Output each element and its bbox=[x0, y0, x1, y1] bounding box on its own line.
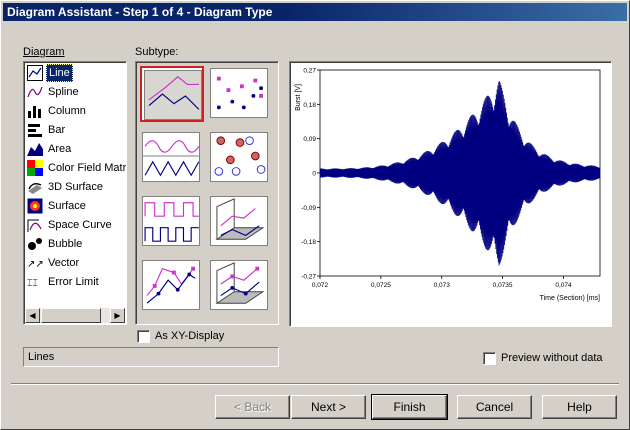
subtype-description: Lines bbox=[23, 347, 279, 367]
y-axis-label: Burst [V] bbox=[295, 84, 302, 111]
diagram-item-label: 3D Surface bbox=[48, 181, 104, 193]
diagram-item-3d-surface[interactable]: 3D Surface bbox=[26, 178, 126, 196]
cancel-button[interactable]: Cancel bbox=[457, 395, 532, 419]
xy-display-label: As XY-Display bbox=[155, 330, 225, 342]
x-axis-label: Time (Section) [ms] bbox=[540, 295, 600, 302]
list-horizontal-scrollbar[interactable]: ◀ ▶ bbox=[25, 308, 125, 323]
finish-button[interactable]: Finish bbox=[371, 394, 448, 420]
y-tick-label: -0,27 bbox=[301, 274, 316, 281]
y-tick-label: -0,09 bbox=[301, 205, 316, 212]
diagram-item-label: Spline bbox=[48, 86, 79, 98]
diagram-item-label: Color Field Matrix bbox=[48, 162, 127, 174]
x-tick-label: 0,072 bbox=[312, 282, 329, 289]
bubble-icon bbox=[27, 236, 43, 252]
diagram-label: Diagram bbox=[23, 46, 65, 58]
surface-icon bbox=[27, 198, 43, 214]
x-tick-label: 0,0725 bbox=[371, 282, 391, 289]
diagram-item-label: Area bbox=[48, 143, 72, 155]
subtype-grid bbox=[135, 61, 279, 325]
subtype-steps[interactable] bbox=[140, 194, 204, 250]
diagram-item-vector[interactable]: ↗↗ Vector bbox=[26, 254, 126, 272]
x-tick-label: 0,074 bbox=[555, 282, 572, 289]
diagram-item-error-limit[interactable]: ⌶⌶ Error Limit bbox=[26, 273, 126, 291]
points-subtype-icon bbox=[210, 68, 268, 118]
diagram-item-label: Column bbox=[48, 105, 86, 117]
scroll-thumb[interactable] bbox=[41, 308, 101, 323]
svg-text:↗↗: ↗↗ bbox=[27, 259, 43, 270]
y-tick-label: -0,18 bbox=[301, 239, 316, 246]
diagram-item-bar[interactable]: Bar bbox=[26, 121, 126, 139]
chart-preview: 0,27 0,18 0,09 0 -0,09 -0,18 -0,27 0,072 0,0725 0… bbox=[289, 61, 612, 327]
next-button[interactable]: Next > bbox=[291, 395, 366, 419]
lines-subtype-icon bbox=[144, 70, 202, 120]
diagram-item-label: Bar bbox=[48, 124, 66, 136]
color-field-icon bbox=[27, 160, 43, 176]
diagram-type-list[interactable]: Line Spline Column Bar Area Color Field Matri… bbox=[23, 61, 127, 325]
diagram-item-label: Bubble bbox=[48, 238, 83, 250]
diagram-item-space-curve[interactable]: Space Curve bbox=[26, 216, 126, 234]
subtype-lines[interactable] bbox=[140, 66, 204, 122]
3d-lines-points-subtype-icon bbox=[210, 260, 268, 310]
diagram-item-line[interactable]: Line bbox=[26, 64, 126, 82]
burst-chart: 0,27 0,18 0,09 0 -0,09 -0,18 -0,270,072 0,0725 0… bbox=[295, 68, 601, 302]
symbols-subtype-icon bbox=[210, 132, 268, 182]
diagram-item-bubble[interactable]: Bubble bbox=[26, 235, 126, 253]
y-tick-label: 0,27 bbox=[303, 68, 316, 75]
diagram-item-label: Vector bbox=[48, 257, 80, 269]
scroll-left-arrow-icon[interactable]: ◀ bbox=[25, 308, 40, 323]
preview-without-data-checkbox[interactable] bbox=[483, 352, 496, 365]
diagram-item-area[interactable]: Area bbox=[26, 140, 126, 158]
preview-without-data-label: Preview without data bbox=[501, 352, 603, 364]
diagram-item-color-field-matrix[interactable]: Color Field Matrix bbox=[26, 159, 126, 177]
back-button[interactable]: < Back bbox=[215, 395, 290, 419]
3d-lines-subtype-icon bbox=[210, 196, 268, 246]
subtype-label: Subtype: bbox=[135, 46, 179, 58]
button-separator bbox=[11, 383, 619, 385]
subtype-stacked-lines[interactable] bbox=[140, 130, 204, 186]
subtype-symbols[interactable] bbox=[208, 130, 272, 186]
column-chart-icon bbox=[27, 103, 43, 119]
area-chart-icon bbox=[27, 141, 43, 157]
stacked-lines-subtype-icon bbox=[142, 132, 200, 182]
line-chart-icon bbox=[27, 65, 43, 81]
bar-chart-icon bbox=[27, 122, 43, 138]
y-tick-label: 0,18 bbox=[303, 102, 316, 109]
x-tick-label: 0,0735 bbox=[493, 282, 513, 289]
diagram-item-label: Space Curve bbox=[48, 219, 112, 231]
steps-subtype-icon bbox=[142, 196, 200, 246]
svg-text:⌶⌶: ⌶⌶ bbox=[27, 279, 38, 289]
diagram-item-surface[interactable]: Surface bbox=[26, 197, 126, 215]
diagram-item-label: Error Limit bbox=[48, 276, 99, 288]
subtype-3d-lines[interactable] bbox=[208, 194, 272, 250]
diagram-item-spline[interactable]: Spline bbox=[26, 83, 126, 101]
lines-points-subtype-icon bbox=[142, 260, 200, 310]
subtype-lines-points[interactable] bbox=[140, 258, 204, 314]
scroll-right-arrow-icon[interactable]: ▶ bbox=[110, 308, 125, 323]
help-button[interactable]: Help bbox=[542, 395, 617, 419]
y-tick-label: 0 bbox=[312, 171, 316, 178]
diagram-item-label: Line bbox=[46, 64, 73, 82]
xy-display-checkbox[interactable] bbox=[137, 330, 150, 343]
vector-icon: ↗↗ bbox=[27, 255, 44, 271]
dialog-window: Diagram Assistant - Step 1 of 4 - Diagra… bbox=[0, 0, 630, 430]
x-tick-label: 0,073 bbox=[434, 282, 451, 289]
diagram-item-column[interactable]: Column bbox=[26, 102, 126, 120]
3d-surface-icon bbox=[27, 179, 43, 195]
subtype-points[interactable] bbox=[208, 66, 272, 122]
diagram-item-label: Surface bbox=[48, 200, 86, 212]
title-bar: Diagram Assistant - Step 1 of 4 - Diagra… bbox=[3, 3, 627, 21]
y-tick-label: 0,09 bbox=[303, 136, 316, 143]
space-curve-icon bbox=[27, 217, 43, 233]
spline-chart-icon bbox=[27, 84, 43, 100]
subtype-3d-lines-points[interactable] bbox=[208, 258, 272, 314]
error-limit-icon: ⌶⌶ bbox=[27, 274, 43, 290]
